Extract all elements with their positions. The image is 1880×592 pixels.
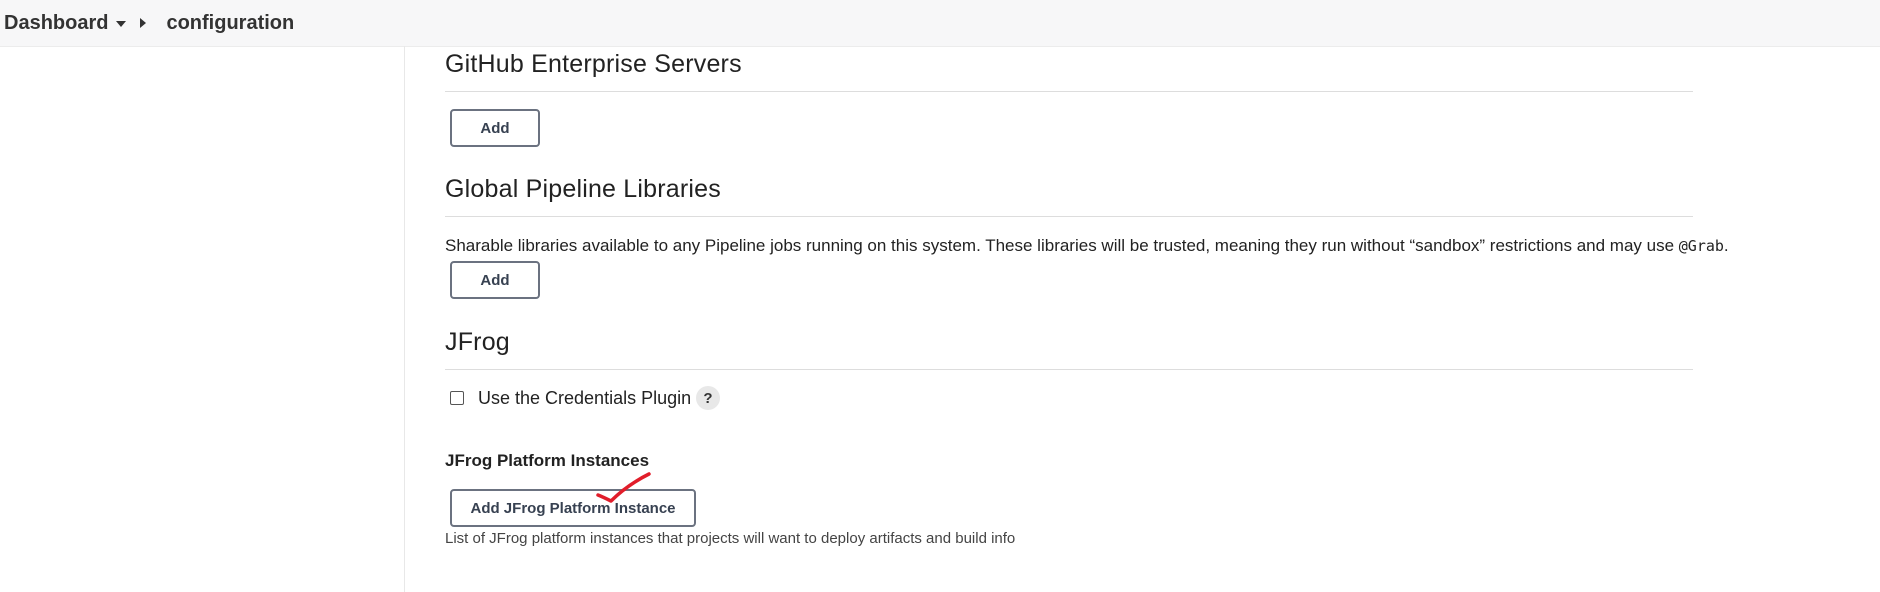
section-title-jfrog: JFrog — [445, 328, 510, 356]
help-icon-glyph[interactable]: ? — [703, 390, 712, 407]
breadcrumb-dashboard-label[interactable]: Dashboard — [4, 12, 108, 35]
sidebar-divider — [404, 46, 405, 592]
pipeline-libraries-add-button[interactable]: Add — [450, 261, 540, 299]
section-divider — [445, 91, 1693, 92]
pipeline-libraries-description: Sharable libraries available to any Pipe… — [445, 236, 1729, 256]
description-text: Sharable libraries available to any Pipe… — [445, 236, 1679, 255]
section-divider — [445, 216, 1693, 217]
help-icon[interactable]: ? — [696, 386, 720, 410]
description-code: @Grab — [1678, 237, 1724, 255]
breadcrumb-bar: Dashboard configuration — [0, 0, 1880, 47]
breadcrumb-configuration[interactable]: configuration — [166, 12, 294, 35]
add-jfrog-instance-button[interactable]: Add JFrog Platform Instance — [450, 489, 696, 527]
credentials-plugin-checkbox[interactable] — [450, 391, 464, 405]
section-divider — [445, 369, 1693, 370]
chevron-down-icon[interactable] — [116, 21, 127, 27]
github-enterprise-add-button[interactable]: Add — [450, 109, 540, 147]
red-checkmark-annotation — [596, 472, 651, 503]
breadcrumb-separator-icon — [140, 18, 147, 28]
jfrog-instances-title: JFrog Platform Instances — [445, 451, 650, 470]
section-title-pipeline-libraries: Global Pipeline Libraries — [445, 175, 721, 203]
credentials-plugin-label[interactable]: Use the Credentials Plugin — [478, 388, 691, 409]
jfrog-instances-hint: List of JFrog platform instances that pr… — [445, 530, 1016, 547]
breadcrumb-dashboard[interactable]: Dashboard — [4, 12, 127, 35]
section-title-github-enterprise: GitHub Enterprise Servers — [445, 50, 742, 78]
description-end: . — [1723, 236, 1729, 255]
